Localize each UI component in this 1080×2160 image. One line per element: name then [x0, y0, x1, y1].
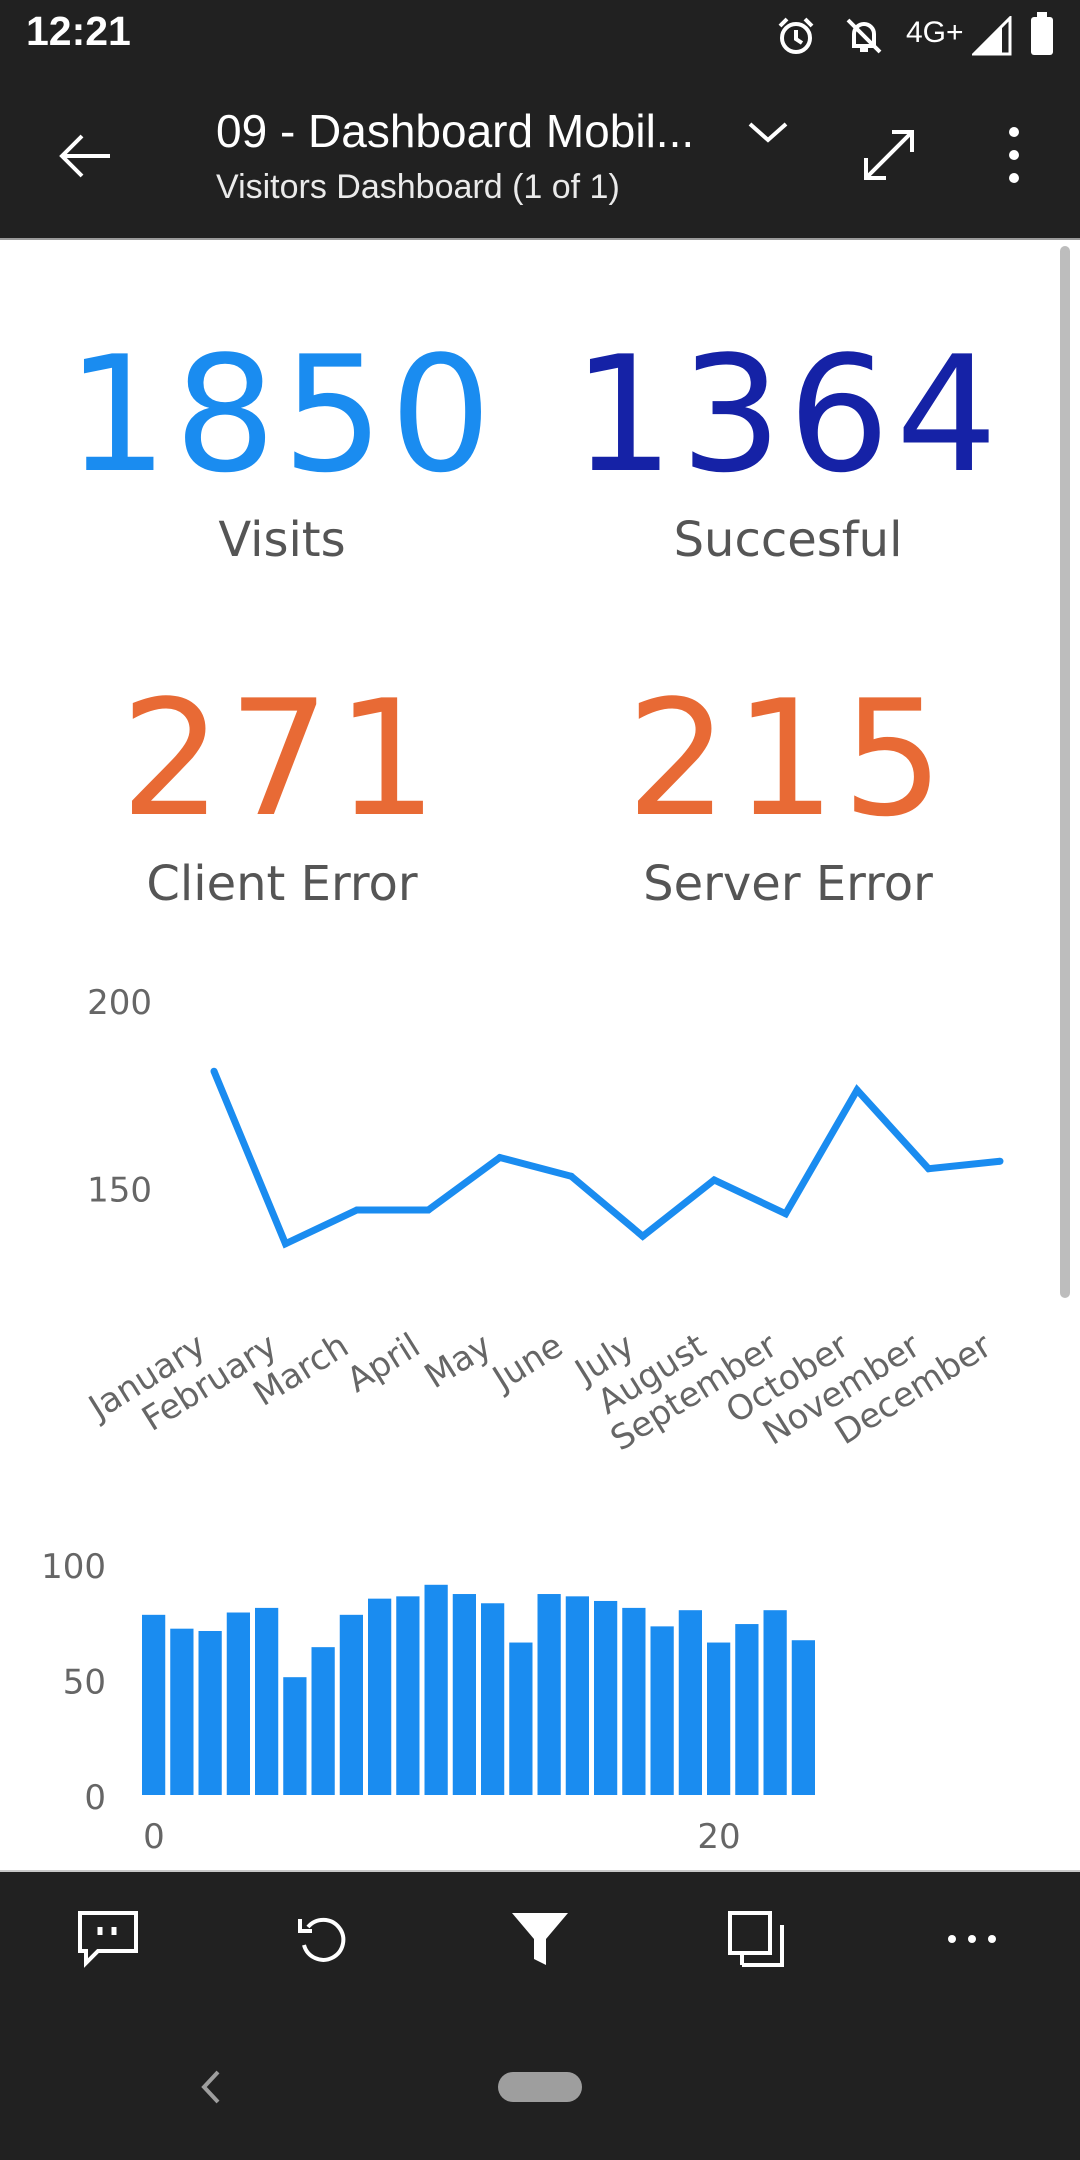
kpi-client-error[interactable]: 271 Client Error	[22, 665, 542, 913]
data-point	[853, 1086, 861, 1094]
bar	[565, 1596, 589, 1795]
bar	[678, 1610, 702, 1795]
fullscreen-button[interactable]	[856, 122, 922, 188]
system-back-button[interactable]	[190, 2062, 230, 2112]
kpi-label: Visits	[218, 512, 346, 568]
bottom-action-bar	[0, 1870, 1080, 2002]
kpi-server-error[interactable]: 215 Server Error	[528, 665, 1048, 913]
bar	[255, 1607, 279, 1795]
data-point	[996, 1157, 1004, 1165]
status-bar: 12:21 4G+	[0, 0, 1080, 72]
bar	[735, 1624, 759, 1795]
data-point	[353, 1206, 361, 1214]
kpi-value: 1364	[572, 321, 1004, 508]
expand-icon	[864, 130, 914, 180]
bar	[311, 1647, 335, 1795]
bar	[707, 1642, 731, 1795]
more-vertical-icon	[1009, 127, 1019, 183]
kpi-value: 215	[626, 665, 950, 852]
data-point	[710, 1176, 718, 1184]
bar	[368, 1598, 392, 1795]
comment-icon	[78, 1911, 138, 1968]
notifications-off-icon	[842, 14, 886, 62]
bar	[452, 1594, 476, 1795]
y-tick-label: 100	[41, 1547, 106, 1587]
data-point	[567, 1172, 575, 1180]
y-tick-label: 0	[84, 1778, 106, 1818]
page-selector-button[interactable]	[744, 114, 792, 150]
bar	[622, 1607, 646, 1795]
back-button[interactable]	[54, 124, 118, 188]
kpi-label: Server Error	[643, 856, 933, 912]
bar-chart[interactable]: 0 50 100 0 20	[0, 1530, 1080, 1870]
x-tick-label: June	[484, 1326, 570, 1400]
data-point	[210, 1067, 218, 1075]
x-tick-label: 0	[143, 1817, 165, 1857]
reset-button[interactable]	[284, 1904, 364, 1974]
battery-icon	[1030, 12, 1054, 60]
bar	[226, 1612, 250, 1795]
data-point	[424, 1206, 432, 1214]
line-series	[210, 1069, 1001, 1249]
bar	[650, 1626, 674, 1795]
y-tick-label: 50	[63, 1663, 106, 1703]
signal-icon	[970, 14, 1012, 60]
kpi-value: 271	[120, 665, 444, 852]
bar	[791, 1640, 815, 1795]
data-point	[782, 1210, 790, 1218]
bar	[424, 1584, 448, 1795]
chevron-down-icon	[748, 122, 788, 143]
bookmark-button[interactable]	[716, 1904, 796, 1974]
bar	[142, 1614, 166, 1795]
filter-icon	[512, 1913, 568, 1965]
kpi-value: 1850	[66, 321, 498, 508]
kpi-visits[interactable]: 1850 Visits	[22, 321, 542, 569]
data-point	[496, 1154, 504, 1161]
bar	[283, 1677, 307, 1795]
status-time: 12:21	[26, 8, 131, 54]
data-point	[925, 1165, 933, 1173]
page-title: 09 - Dashboard Mobil...	[216, 105, 695, 157]
undo-icon	[298, 1917, 346, 1962]
copy-icon	[728, 1911, 784, 1967]
bar	[170, 1628, 194, 1795]
page-subtitle: Visitors Dashboard (1 of 1)	[216, 168, 620, 206]
app-bar: 09 - Dashboard Mobil... Visitors Dashboa…	[0, 72, 1080, 238]
kpi-label: Succesful	[673, 512, 903, 568]
more-horizontal-icon	[948, 1935, 996, 1943]
system-nav-bar	[0, 2000, 1080, 2160]
x-tick-label: April	[340, 1326, 427, 1401]
home-pill[interactable]	[498, 2072, 582, 2102]
x-tick-label: May	[418, 1326, 499, 1397]
x-tick-label: 20	[697, 1817, 740, 1857]
y-tick-label: 200	[87, 983, 152, 1023]
more-actions-button[interactable]	[932, 1904, 1012, 1974]
arrow-left-icon	[59, 134, 110, 178]
bar	[594, 1600, 618, 1795]
chevron-left-icon	[201, 2070, 220, 2104]
bar	[537, 1594, 561, 1795]
bar	[481, 1603, 505, 1795]
alarm-icon	[774, 14, 818, 62]
bar	[198, 1630, 222, 1795]
line-chart[interactable]: 150200JanuaryFebruaryMarchAprilMayJuneJu…	[0, 960, 1080, 1480]
kpi-label: Client Error	[146, 856, 418, 912]
more-options-button[interactable]	[996, 120, 1032, 190]
bar	[339, 1614, 363, 1795]
filter-button[interactable]	[500, 1904, 580, 1974]
bar	[509, 1642, 533, 1795]
bar	[763, 1610, 787, 1795]
network-type: 4G+	[906, 16, 964, 49]
data-point	[639, 1232, 647, 1240]
kpi-successful[interactable]: 1364 Succesful	[528, 321, 1048, 569]
comment-button[interactable]	[68, 1904, 148, 1974]
y-tick-label: 150	[87, 1171, 152, 1211]
bar	[396, 1596, 420, 1795]
data-point	[281, 1240, 289, 1248]
